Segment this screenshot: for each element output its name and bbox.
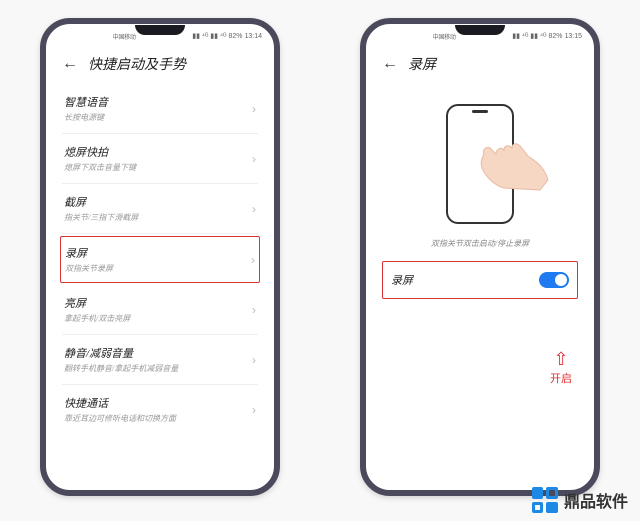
status-signal: ▮▮ ⁴ᴳ ▮▮ ⁴ᴳ bbox=[512, 32, 546, 40]
watermark-logo-icon bbox=[532, 487, 558, 513]
hand-icon bbox=[476, 132, 550, 192]
phone-notch bbox=[135, 25, 185, 35]
status-battery: 82% bbox=[228, 33, 242, 40]
item-title: 亮屏 bbox=[64, 295, 252, 311]
item-title: 静音/减弱音量 bbox=[64, 345, 252, 361]
list-item-voice[interactable]: 智慧语音 长按电源键 › bbox=[62, 84, 258, 134]
chevron-right-icon: › bbox=[252, 102, 256, 116]
illustration-caption: 双指关节双击启动/停止录屏 bbox=[368, 234, 592, 261]
status-time: 13:15 bbox=[564, 33, 582, 40]
status-signal: ▮▮ ⁴ᴳ ▮▮ ⁴ᴳ bbox=[192, 32, 226, 40]
page-title: 快捷启动及手势 bbox=[88, 54, 186, 74]
chevron-right-icon: › bbox=[252, 303, 256, 317]
item-desc: 双指关节录屏 bbox=[65, 263, 251, 274]
item-desc: 长按电源键 bbox=[64, 112, 252, 123]
page-title: 录屏 bbox=[408, 54, 436, 74]
toggle-label: 录屏 bbox=[391, 272, 539, 288]
item-title: 录屏 bbox=[65, 245, 251, 261]
back-icon[interactable]: ← bbox=[62, 55, 78, 73]
page-header: ← 录屏 bbox=[368, 46, 592, 84]
settings-list: 智慧语音 长按电源键 › 熄屏快拍 熄屏下双击音量下键 › 截屏 指关节/三指下… bbox=[48, 84, 272, 434]
status-time: 13:14 bbox=[244, 33, 262, 40]
chevron-right-icon: › bbox=[252, 202, 256, 216]
item-title: 智慧语音 bbox=[64, 94, 252, 110]
status-battery: 82% bbox=[548, 33, 562, 40]
list-item-screenshot[interactable]: 截屏 指关节/三指下滑截屏 › bbox=[62, 184, 258, 234]
list-item-snapshot[interactable]: 熄屏快拍 熄屏下双击音量下键 › bbox=[62, 134, 258, 184]
item-desc: 熄屏下双击音量下键 bbox=[64, 162, 252, 173]
open-label: 开启 bbox=[550, 370, 572, 386]
list-item-record[interactable]: 录屏 双指关节录屏 › bbox=[60, 236, 260, 283]
phone-notch bbox=[455, 25, 505, 35]
chevron-right-icon: › bbox=[252, 353, 256, 367]
list-item-mute[interactable]: 静音/减弱音量 翻转手机静音/拿起手机减弱音量 › bbox=[62, 335, 258, 385]
item-title: 快捷通话 bbox=[64, 395, 252, 411]
phone-mockup-right: 中国移动 ▮▮ ⁴ᴳ ▮▮ ⁴ᴳ 82% 13:15 ← 录屏 双指关节双击启动… bbox=[360, 18, 600, 496]
list-item-wake[interactable]: 亮屏 拿起手机/双击亮屏 › bbox=[62, 285, 258, 335]
page-header: ← 快捷启动及手势 bbox=[48, 46, 272, 84]
item-title: 截屏 bbox=[64, 194, 252, 210]
arrow-up-icon: ⇧ bbox=[550, 350, 572, 368]
item-title: 熄屏快拍 bbox=[64, 144, 252, 160]
back-icon[interactable]: ← bbox=[382, 55, 398, 73]
illustration bbox=[368, 84, 592, 234]
chevron-right-icon: › bbox=[251, 253, 255, 267]
phone-mockup-left: 中国移动 ▮▮ ⁴ᴳ ▮▮ ⁴ᴳ 82% 13:14 ← 快捷启动及手势 智慧语… bbox=[40, 18, 280, 496]
item-desc: 靠近耳边可修听电话和切换方面 bbox=[64, 413, 252, 424]
list-item-quickcall[interactable]: 快捷通话 靠近耳边可修听电话和切换方面 › bbox=[62, 385, 258, 434]
chevron-right-icon: › bbox=[252, 152, 256, 166]
open-annotation: ⇧ 开启 bbox=[550, 350, 572, 386]
chevron-right-icon: › bbox=[252, 403, 256, 417]
item-desc: 翻转手机静音/拿起手机减弱音量 bbox=[64, 363, 252, 374]
item-desc: 拿起手机/双击亮屏 bbox=[64, 313, 252, 324]
item-desc: 指关节/三指下滑截屏 bbox=[64, 212, 252, 223]
toggle-row-record[interactable]: 录屏 bbox=[382, 261, 578, 299]
toggle-switch[interactable] bbox=[539, 272, 569, 288]
watermark: 鼎品软件 bbox=[532, 487, 628, 513]
watermark-text: 鼎品软件 bbox=[564, 488, 628, 512]
